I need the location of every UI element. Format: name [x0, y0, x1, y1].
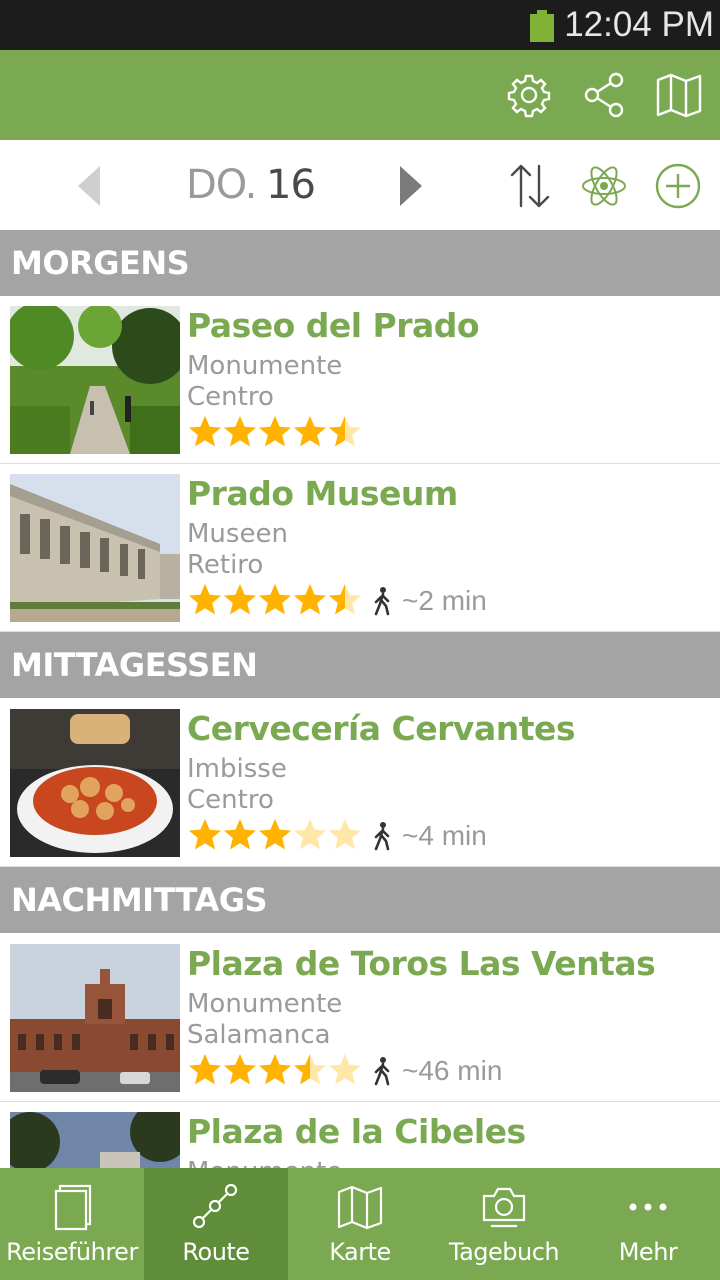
- item-district: Centro: [187, 785, 274, 815]
- prev-day-icon[interactable]: [74, 164, 104, 208]
- walk-time: ~46 min: [402, 1055, 503, 1086]
- thumbnail-image: [10, 944, 180, 1092]
- item-category: Monumente: [187, 351, 343, 381]
- camera-icon: [479, 1182, 529, 1232]
- star-icon: [259, 416, 291, 447]
- walking-icon: [372, 821, 392, 851]
- list-item[interactable]: Plaza de Toros Las Ventas Monumente Sala…: [0, 934, 720, 1102]
- tab-karte[interactable]: Karte: [288, 1168, 432, 1280]
- item-district: Centro: [187, 382, 274, 412]
- tab-label: Route: [182, 1238, 250, 1266]
- route-icon: [191, 1182, 241, 1232]
- section-header-label: MORGENS: [11, 244, 190, 282]
- action-bar: [0, 50, 720, 140]
- next-day-icon[interactable]: [396, 164, 426, 208]
- day-navigation: DO. 16: [0, 140, 720, 230]
- star-icon: [294, 584, 326, 615]
- star-icon: [224, 819, 256, 850]
- section-header-lunch: MITTAGESSEN: [0, 632, 720, 698]
- map-icon: [335, 1182, 385, 1232]
- rating-stars: [187, 414, 367, 450]
- tab-label: Mehr: [618, 1238, 678, 1266]
- section-header-morning: MORGENS: [0, 230, 720, 296]
- star-icon: [259, 819, 291, 850]
- gear-icon[interactable]: [504, 70, 554, 120]
- guidebook-icon: [47, 1182, 97, 1232]
- tab-tagebuch[interactable]: Tagebuch: [432, 1168, 576, 1280]
- add-icon[interactable]: [654, 162, 702, 210]
- map-icon[interactable]: [654, 70, 704, 120]
- item-category: Imbisse: [187, 754, 287, 784]
- star-icon: [259, 584, 291, 615]
- thumbnail-image: [10, 474, 180, 622]
- tab-route[interactable]: Route: [144, 1168, 288, 1280]
- item-title: Paseo del Prado: [187, 306, 480, 345]
- walking-icon: [372, 586, 392, 616]
- star-icon: [259, 1054, 291, 1085]
- star-icon: [224, 1054, 256, 1085]
- status-clock: 12:04 PM: [564, 5, 714, 44]
- item-district: Retiro: [187, 550, 264, 580]
- section-header-afternoon: NACHMITTAGS: [0, 867, 720, 933]
- star-icon: [189, 819, 221, 850]
- walk-time: ~2 min: [402, 585, 487, 616]
- star-icon: [329, 584, 361, 615]
- star-icon: [294, 416, 326, 447]
- star-icon: [189, 416, 221, 447]
- tab-label: Tagebuch: [448, 1238, 560, 1266]
- atom-icon[interactable]: [580, 162, 628, 210]
- section-header-label: MITTAGESSEN: [11, 646, 258, 684]
- item-title: Plaza de la Cibeles: [187, 1112, 526, 1151]
- rating-stars: [187, 582, 367, 618]
- star-icon: [189, 584, 221, 615]
- star-icon: [329, 1054, 361, 1085]
- day-number: 16: [266, 162, 316, 208]
- item-category: Monumente: [187, 989, 343, 1019]
- tab-mehr[interactable]: Mehr: [576, 1168, 720, 1280]
- list-item[interactable]: Cervecería Cervantes Imbisse Centro ~4 m…: [0, 699, 720, 867]
- star-icon: [224, 584, 256, 615]
- battery-icon: [530, 10, 554, 42]
- item-title: Prado Museum: [187, 474, 458, 513]
- thumbnail-image: [10, 709, 180, 857]
- item-title: Cervecería Cervantes: [187, 709, 576, 748]
- walk-time: ~4 min: [402, 820, 487, 851]
- star-icon: [189, 1054, 221, 1085]
- item-category: Museen: [187, 519, 288, 549]
- rating-stars: [187, 817, 367, 853]
- list-item[interactable]: Paseo del Prado Monumente Centro: [0, 296, 720, 464]
- item-district: Salamanca: [187, 1020, 331, 1050]
- item-title: Plaza de Toros Las Ventas: [187, 944, 656, 983]
- bottom-navigation: Reiseführer Route Karte Tagebuch Mehr: [0, 1168, 720, 1280]
- star-icon: [294, 819, 326, 850]
- tab-label: Karte: [329, 1238, 391, 1266]
- tab-label: Reiseführer: [6, 1238, 138, 1266]
- star-icon: [224, 416, 256, 447]
- more-icon: [623, 1182, 673, 1232]
- thumbnail-image: [10, 306, 180, 454]
- status-bar: 12:04 PM: [0, 0, 720, 50]
- share-icon[interactable]: [580, 70, 630, 120]
- list-item[interactable]: Prado Museum Museen Retiro ~2 min: [0, 464, 720, 632]
- day-label: DO.: [186, 162, 257, 208]
- walking-icon: [372, 1056, 392, 1086]
- star-icon: [329, 819, 361, 850]
- section-header-label: NACHMITTAGS: [11, 881, 268, 919]
- star-icon: [329, 416, 361, 447]
- star-icon: [294, 1054, 326, 1085]
- sort-icon[interactable]: [506, 162, 554, 210]
- tab-reisefuehrer[interactable]: Reiseführer: [0, 1168, 144, 1280]
- rating-stars: [187, 1052, 367, 1088]
